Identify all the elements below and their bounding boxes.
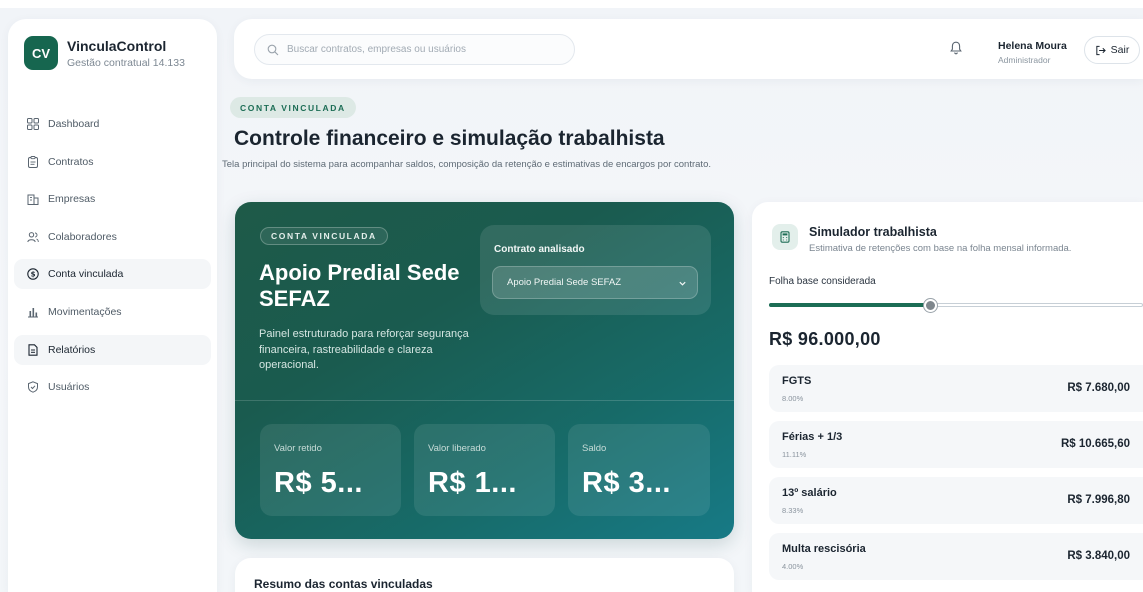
metric-value: R$ 1...: [428, 467, 517, 499]
sidebar-item-label: Conta vinculada: [48, 268, 124, 281]
sidebar-item-colaboradores[interactable]: Colaboradores: [14, 222, 211, 252]
metric-label: Valor retido: [274, 443, 322, 454]
contract-selected-value: Apoio Predial Sede SEFAZ: [507, 277, 622, 288]
sidebar-item-contratos[interactable]: Contratos: [14, 147, 211, 177]
report-icon: [26, 343, 40, 357]
topbar: Helena Moura Administrador Sair: [234, 19, 1143, 79]
encargo-name: FGTS: [782, 375, 812, 387]
metric-label: Saldo: [582, 443, 607, 454]
sidebar-item-label: Empresas: [48, 193, 96, 206]
metric-saldo: Saldo R$ 3...: [568, 424, 710, 516]
contract-label: Contrato analisado: [494, 244, 585, 255]
shield-icon: [26, 380, 40, 394]
metric-value: R$ 3...: [582, 467, 671, 499]
encargo-row-ferias: Férias + 1/3 11.11% R$ 10.665,60: [769, 421, 1143, 468]
sidebar-item-movimentacoes[interactable]: Movimentações: [14, 297, 211, 327]
encargo-rate: 8.33%: [782, 506, 804, 515]
metric-label: Valor liberado: [428, 443, 486, 454]
page-eyebrow: CONTA VINCULADA: [230, 97, 356, 118]
folha-value: R$ 96.000,00: [769, 329, 881, 349]
summary-card: Resumo das contas vinculadas: [235, 558, 734, 592]
clipboard-icon: [26, 155, 40, 169]
sidebar-item-usuarios[interactable]: Usuários: [14, 372, 211, 402]
encargo-name: Férias + 1/3: [782, 431, 843, 443]
encargo-name: 13º salário: [782, 487, 837, 499]
sidebar-item-conta-vinculada[interactable]: $ Conta vinculada: [14, 259, 211, 290]
coin-icon: $: [26, 267, 40, 281]
top-strip: [0, 0, 1143, 8]
page-title: Controle financeiro e simulação trabalhi…: [234, 127, 665, 150]
slider-thumb[interactable]: [924, 299, 937, 312]
slider-fill: [769, 303, 930, 307]
user-name[interactable]: Helena Moura: [998, 40, 1067, 52]
building-icon: [26, 192, 40, 206]
sidebar-item-dashboard[interactable]: Dashboard: [14, 109, 211, 139]
metric-valor-liberado: Valor liberado R$ 1...: [414, 424, 555, 516]
search-input[interactable]: [287, 44, 567, 55]
sidebar-item-relatorios[interactable]: Relatórios: [14, 334, 211, 365]
svg-text:$: $: [31, 271, 36, 279]
contract-picker: Contrato analisado Apoio Predial Sede SE…: [480, 225, 711, 315]
encargo-rate: 11.11%: [782, 450, 807, 459]
sidebar: CV VinculaControl Gestão contratual 14.1…: [8, 19, 217, 592]
simulator-card: Simulador trabalhista Estimativa de rete…: [752, 202, 1143, 592]
metric-valor-retido: Valor retido R$ 5...: [260, 424, 401, 516]
logout-label: Sair: [1110, 44, 1130, 56]
users-icon: [26, 230, 40, 244]
bar-chart-icon: [26, 305, 40, 319]
bell-icon[interactable]: [948, 40, 964, 56]
encargo-rate: 4.00%: [782, 562, 804, 571]
metric-value: R$ 5...: [274, 467, 363, 499]
user-role: Administrador: [998, 55, 1051, 65]
encargo-value: R$ 7.996,80: [1067, 494, 1130, 506]
simulator-subtitle: Estimativa de retenções com base na folh…: [809, 243, 1072, 254]
sidebar-nav: Dashboard Contratos Empresas Colaborador…: [14, 109, 211, 410]
encargo-value: R$ 3.840,00: [1067, 550, 1130, 562]
hero-card: CONTA VINCULADA Apoio Predial Sede SEFAZ…: [235, 202, 734, 539]
hero-eyebrow: CONTA VINCULADA: [260, 227, 388, 245]
encargo-row-multa: Multa rescisória 4.00% R$ 3.840,00: [769, 533, 1143, 580]
sidebar-item-empresas[interactable]: Empresas: [14, 184, 211, 214]
brand-name: VinculaControl: [67, 38, 167, 54]
simulator-title: Simulador trabalhista: [809, 225, 937, 239]
encargo-rate: 8.00%: [782, 394, 804, 403]
logout-icon: [1095, 45, 1106, 55]
hero-divider: [235, 400, 734, 401]
hero-title: Apoio Predial Sede SEFAZ: [259, 260, 460, 311]
encargo-row-fgts: FGTS 8.00% R$ 7.680,00: [769, 365, 1143, 412]
brand-logo[interactable]: CV: [24, 36, 58, 70]
search-box[interactable]: [254, 34, 575, 65]
calculator-icon: [772, 224, 798, 250]
page-description: Tela principal do sistema para acompanha…: [222, 159, 711, 170]
contract-select[interactable]: Apoio Predial Sede SEFAZ: [492, 266, 698, 299]
brand-subtitle: Gestão contratual 14.133: [67, 57, 185, 69]
hero-description: Painel estruturado para reforçar seguran…: [259, 328, 469, 371]
folha-slider[interactable]: [769, 299, 1143, 312]
sidebar-item-label: Contratos: [48, 155, 94, 168]
logout-button[interactable]: Sair: [1084, 36, 1140, 64]
sidebar-item-label: Movimentações: [48, 305, 122, 318]
encargo-name: Multa rescisória: [782, 543, 866, 555]
folha-label: Folha base considerada: [769, 276, 876, 287]
sidebar-item-label: Colaboradores: [48, 230, 117, 243]
sidebar-item-label: Dashboard: [48, 118, 100, 130]
encargo-row-decimo-terceiro: 13º salário 8.33% R$ 7.996,80: [769, 477, 1143, 524]
sidebar-item-label: Relatórios: [48, 343, 96, 356]
encargo-value: R$ 7.680,00: [1067, 382, 1130, 394]
encargo-value: R$ 10.665,60: [1060, 438, 1130, 450]
grid-icon: [26, 117, 40, 131]
search-icon: [267, 44, 279, 55]
summary-title: Resumo das contas vinculadas: [254, 577, 433, 591]
chevron-down-icon: [679, 281, 686, 286]
sidebar-item-label: Usuários: [48, 381, 90, 394]
